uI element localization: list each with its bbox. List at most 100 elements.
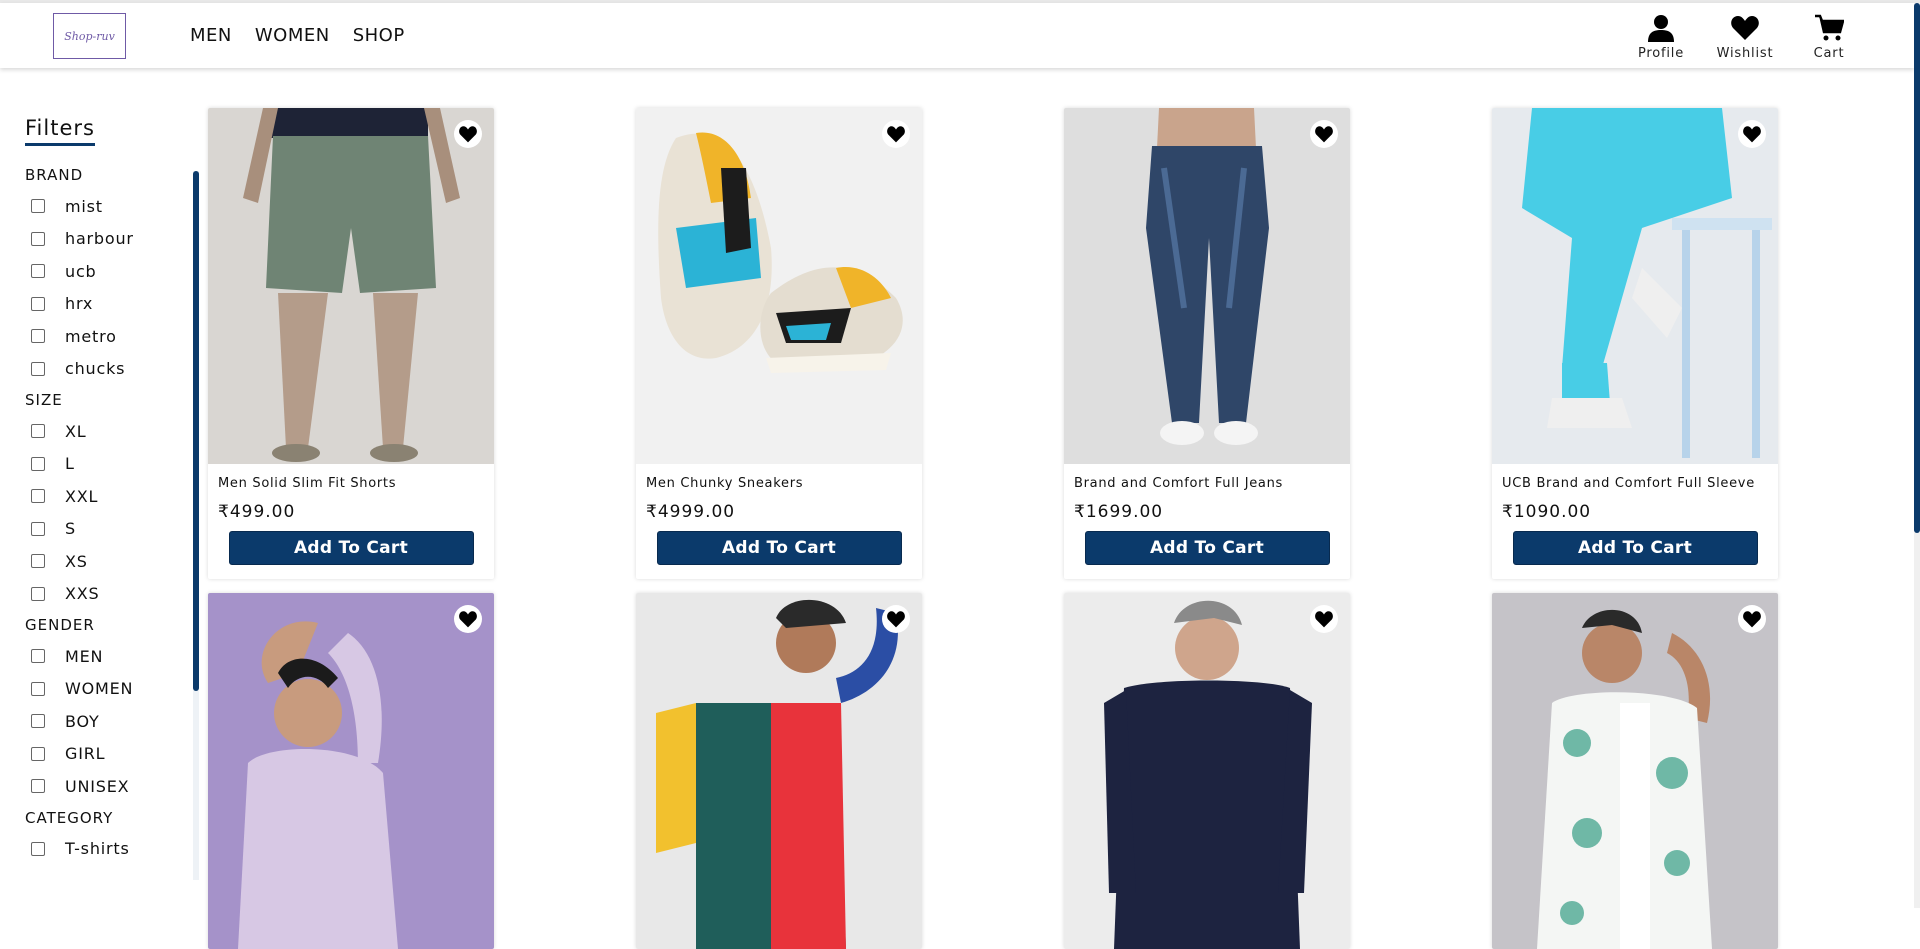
filter-option-label: XL: [65, 421, 87, 441]
heart-icon: [459, 611, 477, 628]
product-image[interactable]: [1492, 108, 1778, 464]
filter-option-label: hrx: [65, 294, 94, 314]
product-image[interactable]: [636, 593, 922, 949]
filter-option[interactable]: L: [25, 448, 185, 481]
product-image[interactable]: [208, 593, 494, 949]
filter-checkbox[interactable]: [31, 296, 45, 311]
filter-option[interactable]: ucb: [25, 255, 185, 288]
heart-icon: [1731, 16, 1759, 40]
filter-checkbox[interactable]: [31, 586, 45, 601]
filter-option[interactable]: XS: [25, 545, 185, 578]
filter-checkbox[interactable]: [31, 521, 45, 536]
cart-button[interactable]: Cart: [1799, 13, 1859, 61]
product-card[interactable]: Brand and Comfort Full Jeans ₹1699.00 Add …: [1064, 108, 1350, 579]
filter-option[interactable]: chucks: [25, 353, 185, 386]
product-card[interactable]: UCB Brand and Comfort Full Sleeve ₹1090.0…: [1492, 108, 1778, 579]
filter-option[interactable]: S: [25, 513, 185, 546]
filter-option[interactable]: GIRL: [25, 738, 185, 771]
product-card[interactable]: [208, 593, 494, 949]
product-image[interactable]: [636, 108, 922, 464]
wishlist-heart-button[interactable]: [882, 120, 910, 148]
filter-option[interactable]: mist: [25, 190, 185, 223]
filter-option-label: metro: [65, 326, 117, 346]
wishlist-heart-button[interactable]: [454, 605, 482, 633]
nav-men[interactable]: MEN: [190, 25, 232, 46]
product-name[interactable]: Men Chunky Sneakers: [646, 476, 922, 492]
product-card[interactable]: Men Solid Slim Fit Shorts ₹499.00 Add To C…: [208, 108, 494, 579]
filter-option[interactable]: XL: [25, 415, 185, 448]
filter-option-label: T-shirts: [65, 839, 130, 859]
wishlist-heart-button[interactable]: [1310, 120, 1338, 148]
filter-option[interactable]: T-shirts: [25, 833, 185, 866]
filter-checkbox[interactable]: [31, 456, 45, 471]
filter-checkbox[interactable]: [31, 779, 45, 794]
product-card[interactable]: [636, 593, 922, 949]
filter-option-label: BOY: [65, 711, 100, 731]
filter-sidebar: Filters BRAND mist harbour ucb hrx metro chuck…: [0, 68, 200, 880]
filter-option[interactable]: harbour: [25, 223, 185, 256]
main-nav: MEN WOMEN SHOP: [190, 25, 405, 46]
product-card[interactable]: [1064, 593, 1350, 949]
filter-groups: BRAND mist harbour ucb hrx metro chucks SIZE XL L…: [25, 160, 185, 865]
filter-checkbox[interactable]: [31, 714, 45, 729]
nav-shop[interactable]: SHOP: [353, 25, 405, 46]
product-image[interactable]: [1064, 108, 1350, 464]
product-price: ₹1090.00: [1502, 502, 1592, 522]
filter-option-label: MEN: [65, 646, 104, 666]
filter-option[interactable]: XXL: [25, 480, 185, 513]
wishlist-heart-button[interactable]: [1738, 605, 1766, 633]
product-image[interactable]: [208, 108, 494, 464]
add-to-cart-button[interactable]: Add To Cart: [1512, 531, 1758, 565]
heart-icon: [1315, 611, 1333, 628]
filter-option[interactable]: WOMEN: [25, 673, 185, 706]
filter-checkbox[interactable]: [31, 681, 45, 696]
sidebar-scrollbar-thumb[interactable]: [193, 171, 199, 691]
filter-checkbox[interactable]: [31, 489, 45, 504]
filter-option[interactable]: MEN: [25, 640, 185, 673]
product-image[interactable]: [1064, 593, 1350, 949]
nav-women[interactable]: WOMEN: [255, 25, 330, 46]
heart-icon: [887, 611, 905, 628]
brand-logo[interactable]: Shop-ruv: [53, 13, 126, 59]
filter-option[interactable]: hrx: [25, 288, 185, 321]
product-name[interactable]: UCB Brand and Comfort Full Sleeve: [1502, 476, 1778, 492]
wishlist-heart-button[interactable]: [454, 120, 482, 148]
filter-checkbox[interactable]: [31, 554, 45, 569]
filter-option[interactable]: metro: [25, 320, 185, 353]
filter-group-title: BRAND: [25, 166, 84, 184]
add-to-cart-button[interactable]: Add To Cart: [656, 531, 902, 565]
product-card[interactable]: Men Chunky Sneakers ₹4999.00 Add To Cart: [636, 108, 922, 579]
filter-checkbox[interactable]: [31, 329, 45, 344]
heart-icon: [1743, 126, 1761, 143]
product-card[interactable]: [1492, 593, 1778, 949]
filter-option[interactable]: UNISEX: [25, 770, 185, 803]
product-name[interactable]: Men Solid Slim Fit Shorts: [218, 476, 494, 492]
filter-checkbox[interactable]: [31, 841, 45, 856]
header-actions: Profile Wishlist Cart: [1631, 13, 1859, 61]
product-name[interactable]: Brand and Comfort Full Jeans: [1074, 476, 1350, 492]
wishlist-button[interactable]: Wishlist: [1715, 13, 1775, 61]
filter-checkbox[interactable]: [31, 424, 45, 439]
add-to-cart-button[interactable]: Add To Cart: [1084, 531, 1330, 565]
filters-title: Filters: [25, 116, 95, 146]
filter-checkbox[interactable]: [31, 231, 45, 246]
filter-option-label: UNISEX: [65, 776, 130, 796]
filter-option-label: GIRL: [65, 744, 106, 764]
filter-checkbox[interactable]: [31, 264, 45, 279]
wishlist-heart-button[interactable]: [1738, 120, 1766, 148]
wishlist-heart-button[interactable]: [882, 605, 910, 633]
wishlist-heart-button[interactable]: [1310, 605, 1338, 633]
filter-option-label: chucks: [65, 359, 126, 379]
profile-button[interactable]: Profile: [1631, 13, 1691, 61]
filter-option[interactable]: BOY: [25, 705, 185, 738]
page-scrollbar-thumb[interactable]: [1914, 3, 1920, 533]
filter-checkbox[interactable]: [31, 649, 45, 664]
filter-option-label: harbour: [65, 229, 134, 249]
filter-checkbox[interactable]: [31, 746, 45, 761]
filter-option-label: mist: [65, 196, 103, 216]
add-to-cart-button[interactable]: Add To Cart: [228, 531, 474, 565]
filter-option[interactable]: XXS: [25, 578, 185, 611]
filter-checkbox[interactable]: [31, 199, 45, 214]
filter-checkbox[interactable]: [31, 361, 45, 376]
product-image[interactable]: [1492, 593, 1778, 949]
